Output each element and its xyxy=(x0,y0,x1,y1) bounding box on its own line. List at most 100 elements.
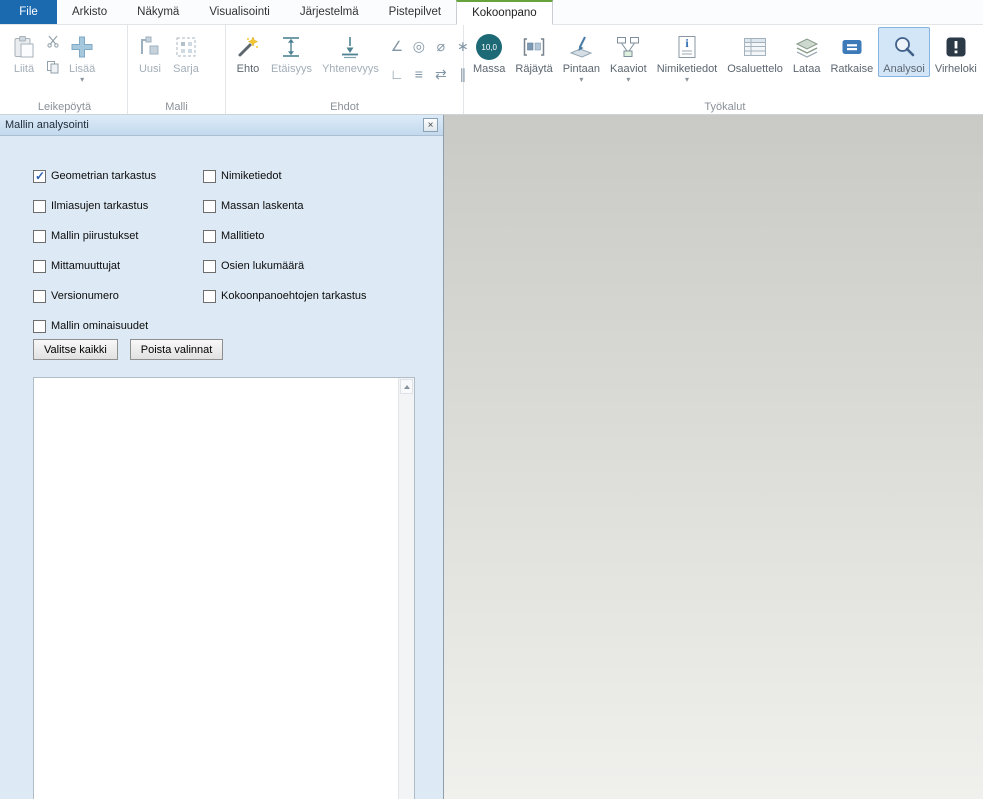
ribbon-group-ehdot: Ehto Etäisyys Yhtenevyys ∠ ◎ xyxy=(226,25,464,114)
diameter-constraint-button[interactable]: ⌀ xyxy=(430,32,452,60)
perpendicular-constraint-button[interactable]: ∟ xyxy=(386,60,408,88)
congruence-button[interactable]: Yhtenevyys xyxy=(317,27,384,77)
group-label-malli: Malli xyxy=(128,101,225,113)
scroll-up-icon xyxy=(404,385,410,389)
checkbox-box[interactable] xyxy=(33,170,46,183)
explode-label: Räjäytä xyxy=(515,63,552,76)
condition-button[interactable]: Ehto xyxy=(230,27,266,77)
opposed-constraint-button[interactable]: ⇄ xyxy=(430,60,452,88)
listbox-scrollbar[interactable] xyxy=(398,378,414,799)
checkbox-box[interactable] xyxy=(203,290,216,303)
model-analysis-panel: Mallin analysointi × Geometrian tarkastu… xyxy=(0,115,444,799)
group-label-ehdot: Ehdot xyxy=(226,101,463,113)
checkbox-column-right: Nimiketiedot Massan laskenta Mallitieto … xyxy=(203,161,367,311)
error-log-icon xyxy=(943,31,969,63)
checkbox-mallin-ominaisuudet[interactable]: Mallin ominaisuudet xyxy=(33,311,156,341)
cut-icon xyxy=(46,34,60,53)
workspace-viewport[interactable] xyxy=(444,115,983,799)
charts-button[interactable]: Kaaviot ▾ xyxy=(605,27,652,86)
cut-button[interactable] xyxy=(43,34,63,52)
mass-button[interactable]: 10,0 Massa xyxy=(468,27,510,77)
item-data-icon: i xyxy=(674,31,700,63)
add-button[interactable]: Lisää ▾ xyxy=(64,27,100,86)
to-surface-button[interactable]: Pintaan ▾ xyxy=(558,27,605,86)
analyze-button[interactable]: Analysoi xyxy=(878,27,930,77)
checkbox-label: Kokoonpanoehtojen tarkastus xyxy=(221,290,367,302)
checkbox-label: Mallin piirustukset xyxy=(51,230,138,242)
checkbox-nimiketiedot[interactable]: Nimiketiedot xyxy=(203,161,367,191)
constraint-grid: ∠ ◎ ⌀ ∗ ∟ ≡ ⇄ ∥ xyxy=(386,27,474,88)
ribbon-group-leikepoyta: Liitä Lisää ▾ Lei xyxy=(2,25,128,114)
error-log-button[interactable]: Virheloki xyxy=(930,27,982,77)
mass-value-badge: 10,0 xyxy=(476,34,502,60)
distance-icon xyxy=(278,31,304,63)
paste-button[interactable]: Liitä xyxy=(6,27,42,77)
charts-icon xyxy=(615,31,641,63)
clipboard-small-buttons xyxy=(43,27,63,78)
checkbox-osien-lukumaara[interactable]: Osien lukumäärä xyxy=(203,251,367,281)
condition-icon xyxy=(235,31,261,63)
checkbox-box[interactable] xyxy=(33,200,46,213)
load-button[interactable]: Lataa xyxy=(788,27,826,77)
checkbox-geometrian-tarkastus[interactable]: Geometrian tarkastus xyxy=(33,161,156,191)
analysis-results-listbox[interactable] xyxy=(33,377,415,799)
scroll-up-button[interactable] xyxy=(400,379,413,394)
checkbox-box[interactable] xyxy=(33,230,46,243)
paste-label: Liitä xyxy=(14,63,34,76)
checkbox-kokoonpanoehtojen-tarkastus[interactable]: Kokoonpanoehtojen tarkastus xyxy=(203,281,367,311)
to-surface-icon xyxy=(568,31,594,63)
clear-selections-button[interactable]: Poista valinnat xyxy=(130,339,224,360)
distance-button[interactable]: Etäisyys xyxy=(266,27,317,77)
new-label: Uusi xyxy=(139,63,161,76)
dropdown-arrow-icon: ▾ xyxy=(579,76,583,85)
copy-button[interactable] xyxy=(43,60,63,78)
checkbox-box[interactable] xyxy=(33,320,46,333)
tab-nakyma[interactable]: Näkymä xyxy=(122,0,194,24)
panel-header: Mallin analysointi × xyxy=(0,115,443,136)
tab-pistepilvet[interactable]: Pistepilvet xyxy=(374,0,456,24)
congruence-icon xyxy=(337,31,363,63)
series-button[interactable]: Sarja xyxy=(168,27,204,77)
tab-kokoonpano[interactable]: Kokoonpano xyxy=(456,0,553,25)
checkbox-box[interactable] xyxy=(203,170,216,183)
checkbox-mittamuuttujat[interactable]: Mittamuuttujat xyxy=(33,251,156,281)
new-button[interactable]: Uusi xyxy=(132,27,168,77)
dropdown-arrow-icon: ▾ xyxy=(626,76,630,85)
checkbox-versionumero[interactable]: Versionumero xyxy=(33,281,156,311)
checkbox-label: Mallin ominaisuudet xyxy=(51,320,148,332)
checkbox-box[interactable] xyxy=(203,230,216,243)
tab-arkisto[interactable]: Arkisto xyxy=(57,0,122,24)
checkbox-box[interactable] xyxy=(33,290,46,303)
explode-button[interactable]: Räjäytä xyxy=(510,27,557,77)
parts-list-icon xyxy=(742,31,768,63)
angle-constraint-button[interactable]: ∠ xyxy=(386,32,408,60)
checkbox-mallin-piirustukset[interactable]: Mallin piirustukset xyxy=(33,221,156,251)
checkbox-massan-laskenta[interactable]: Massan laskenta xyxy=(203,191,367,221)
checkbox-box[interactable] xyxy=(33,260,46,273)
checkbox-box[interactable] xyxy=(203,200,216,213)
mass-label: Massa xyxy=(473,63,505,76)
analyze-icon xyxy=(891,31,917,63)
series-label: Sarja xyxy=(173,63,199,76)
distance-label: Etäisyys xyxy=(271,63,312,76)
checkbox-label: Mallitieto xyxy=(221,230,264,242)
ribbon: Liitä Lisää ▾ Lei xyxy=(0,25,983,115)
item-data-button[interactable]: i Nimiketiedot ▾ xyxy=(652,27,723,86)
dropdown-arrow-icon: ▾ xyxy=(685,76,689,85)
solve-button[interactable]: Ratkaise xyxy=(825,27,878,77)
panel-title: Mallin analysointi xyxy=(5,119,423,131)
close-button[interactable]: × xyxy=(423,118,438,132)
checkbox-label: Versionumero xyxy=(51,290,119,302)
parts-list-button[interactable]: Osaluettelo xyxy=(722,27,788,77)
condition-label: Ehto xyxy=(237,63,260,76)
tab-file[interactable]: File xyxy=(0,0,57,24)
tab-visualisointi[interactable]: Visualisointi xyxy=(194,0,285,24)
checkbox-ilmiasujen-tarkastus[interactable]: Ilmiasujen tarkastus xyxy=(33,191,156,221)
parallel-constraint-button[interactable]: ≡ xyxy=(408,60,430,88)
ribbon-tab-bar: File Arkisto Näkymä Visualisointi Järjes… xyxy=(0,0,983,25)
select-all-button[interactable]: Valitse kaikki xyxy=(33,339,118,360)
checkbox-box[interactable] xyxy=(203,260,216,273)
tab-jarjestelma[interactable]: Järjestelmä xyxy=(285,0,374,24)
concentric-constraint-button[interactable]: ◎ xyxy=(408,32,430,60)
checkbox-mallitieto[interactable]: Mallitieto xyxy=(203,221,367,251)
